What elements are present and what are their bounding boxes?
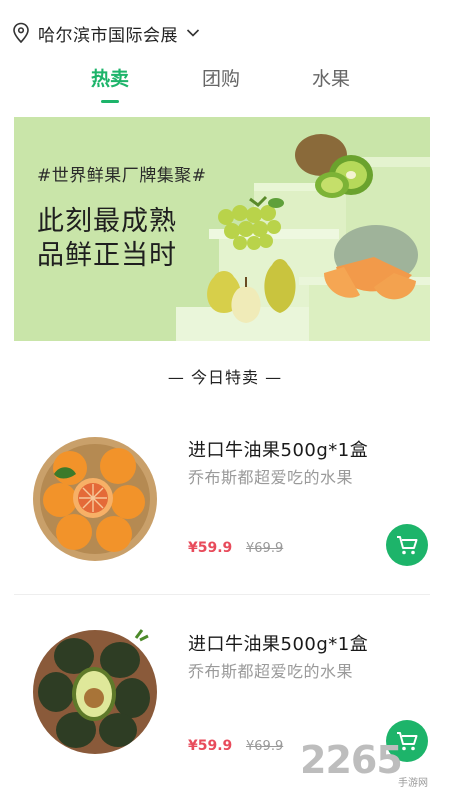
watermark: 2265 手游网 [300, 738, 450, 798]
active-tab-indicator [101, 100, 119, 103]
product-name: 进口牛油果500g*1盒 [188, 440, 369, 461]
product-original-price: ¥69.9 [246, 541, 284, 556]
cart-icon [397, 536, 418, 555]
product-price: ¥59.9 [188, 540, 233, 556]
banner-tag: #世界鲜果厂牌集聚# [37, 166, 207, 186]
divider [14, 594, 430, 595]
product-description: 乔布斯都超爱吃的水果 [188, 468, 354, 487]
location-text: 哈尔滨市国际会展 [38, 25, 178, 46]
tab-hot[interactable]: 热卖 [70, 64, 150, 91]
product-name: 进口牛油果500g*1盒 [188, 634, 369, 655]
product-original-price: ¥69.9 [246, 739, 284, 754]
category-tabs: 热卖 团购 水果 [0, 64, 450, 104]
add-to-cart-button[interactable] [386, 524, 428, 566]
watermark-number: 2265 [300, 738, 403, 782]
tab-group-buy[interactable]: 团购 [181, 64, 261, 91]
watermark-site: 手游网 [398, 778, 428, 789]
tab-fruit[interactable]: 水果 [291, 64, 371, 91]
chevron-down-icon [186, 28, 200, 38]
product-image-oranges [33, 437, 157, 561]
banner-headline-2: 品鲜正当时 [37, 240, 177, 271]
product-card[interactable]: 进口牛油果500g*1盒 乔布斯都超爱吃的水果 ¥59.9 ¥69.9 [0, 410, 450, 600]
promo-banner[interactable]: #世界鲜果厂牌集聚# 此刻最成熟 品鲜正当时 [14, 117, 430, 341]
location-pin-icon [12, 22, 30, 44]
product-price: ¥59.9 [188, 738, 233, 754]
section-title: — 今日特卖 — [167, 368, 283, 387]
product-image-avocados [33, 629, 157, 754]
location-selector[interactable]: 哈尔滨市国际会展 [12, 18, 200, 48]
product-description: 乔布斯都超爱吃的水果 [188, 662, 354, 681]
